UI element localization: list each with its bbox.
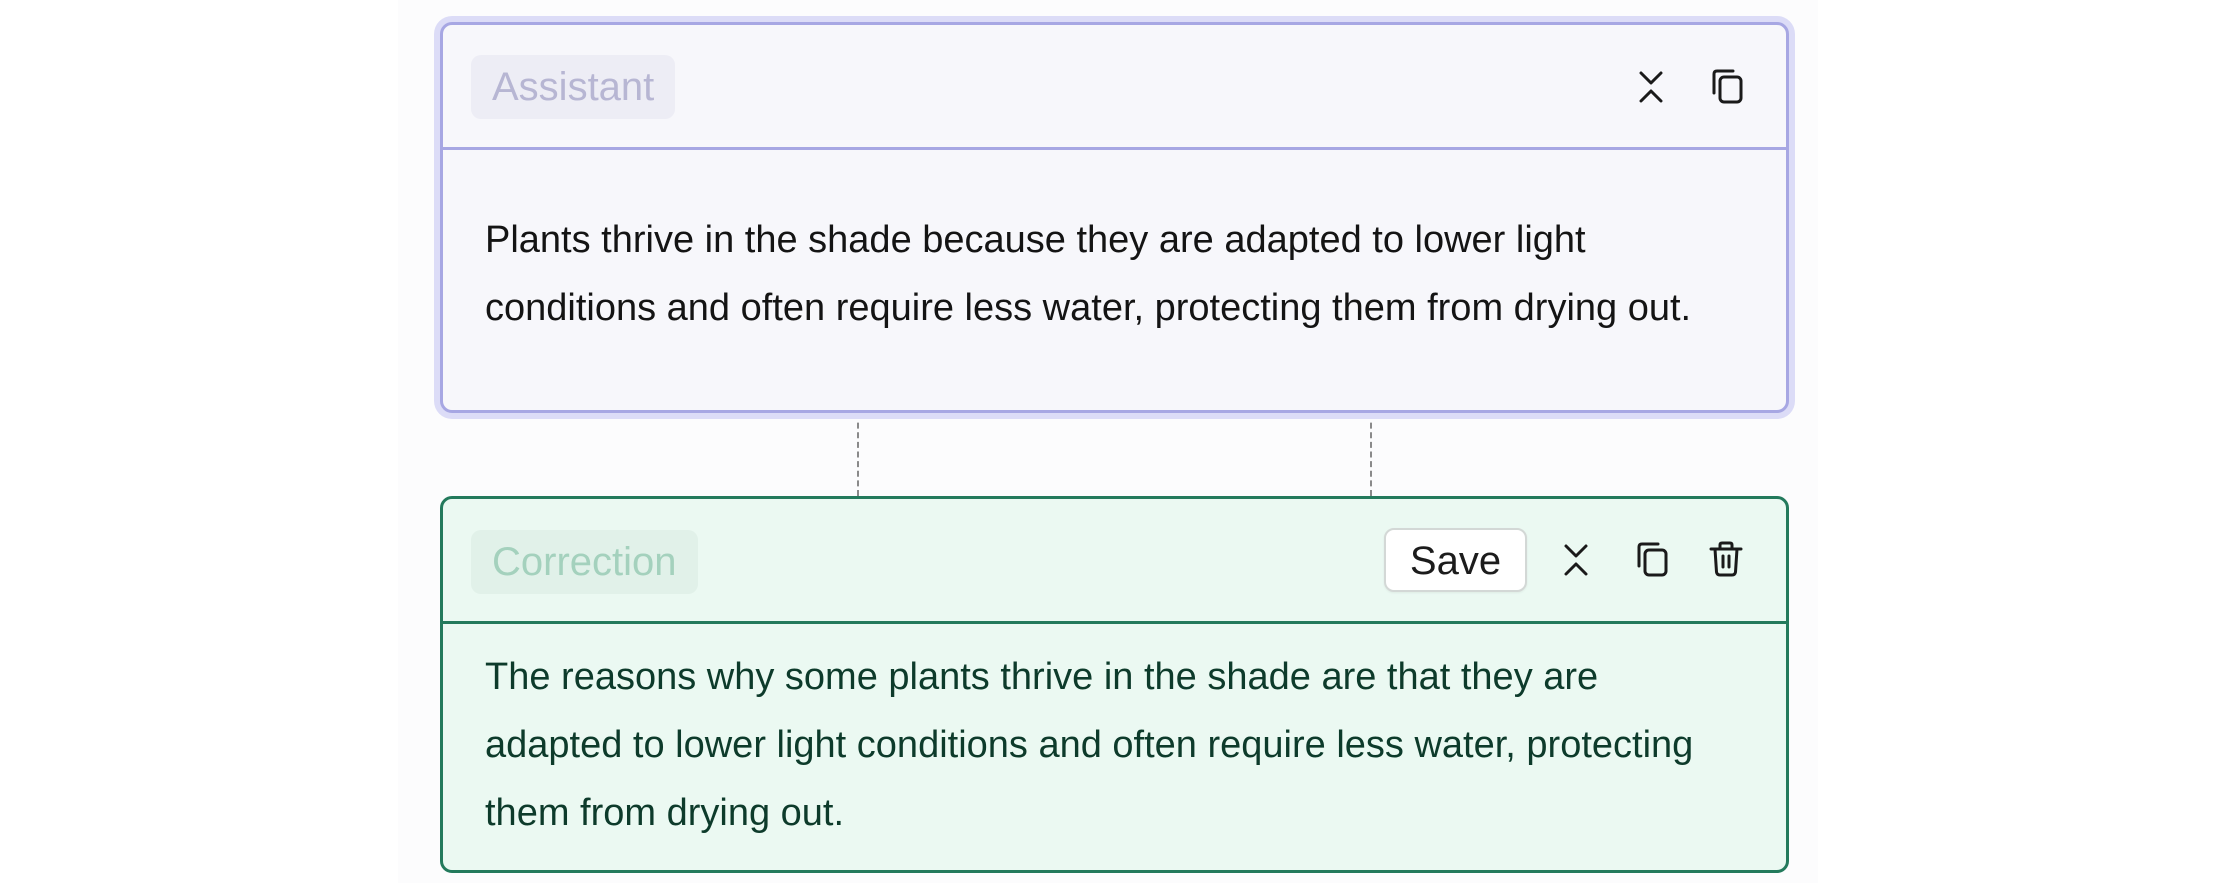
correction-role-label: Correction: [471, 530, 698, 594]
correction-card-header: Correction Save: [443, 499, 1786, 624]
correction-message-card: Correction Save The reasons why some pla…: [440, 496, 1789, 873]
assistant-role-label: Assistant: [471, 55, 676, 119]
correction-message-text[interactable]: The reasons why some plants thrive in th…: [485, 643, 1744, 847]
trash-icon[interactable]: [1702, 535, 1750, 583]
copy-icon[interactable]: [1702, 62, 1750, 110]
copy-icon[interactable]: [1627, 535, 1675, 583]
assistant-card-header: Assistant: [443, 25, 1786, 150]
assistant-message-card: Assistant Plants thrive in the shade bec…: [440, 22, 1789, 413]
connector-line-left: [857, 413, 859, 496]
collapse-icon[interactable]: [1552, 536, 1600, 584]
connector-line-right: [1370, 413, 1372, 496]
assistant-message-text: Plants thrive in the shade because they …: [485, 219, 1692, 329]
save-button[interactable]: Save: [1384, 528, 1527, 592]
collapse-icon[interactable]: [1627, 63, 1675, 111]
